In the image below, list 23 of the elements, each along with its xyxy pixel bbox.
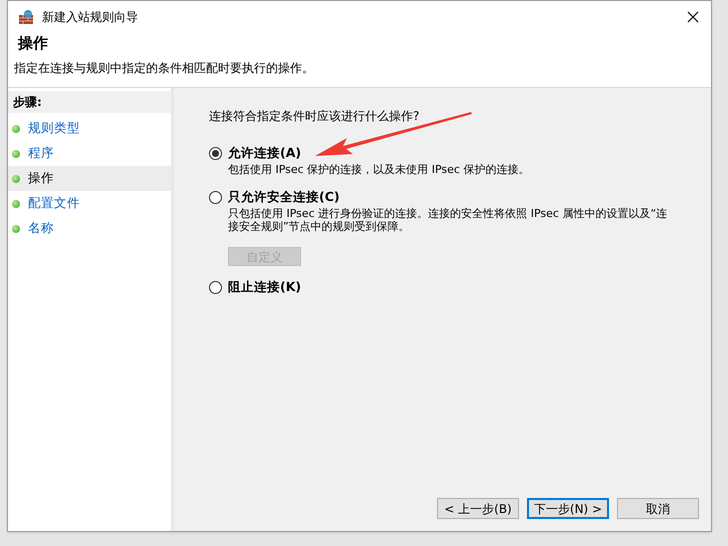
radio-option[interactable]: 允许连接(A) [209, 143, 711, 163]
page-heading: 操作 [18, 33, 49, 53]
step-item[interactable]: 配置文件 [8, 191, 171, 216]
step-item[interactable]: 规则类型 [8, 116, 171, 141]
step-item[interactable]: 名称 [8, 216, 171, 241]
question-text: 连接符合指定条件时应该进行什么操作? [209, 108, 420, 125]
window-title: 新建入站规则向导 [42, 9, 138, 26]
option-description: 包括使用 IPsec 保护的连接，以及未使用 IPsec 保护的连接。 [228, 163, 530, 176]
radio-button[interactable] [209, 146, 222, 160]
step-item[interactable]: 操作 [8, 166, 171, 191]
radio-button[interactable] [209, 280, 222, 294]
close-icon[interactable] [687, 11, 699, 23]
wizard-button[interactable]: 取消 [617, 498, 699, 519]
radio-option[interactable]: 只允许安全连接(C) [209, 187, 711, 207]
radio-option[interactable]: 阻止连接(K) [209, 277, 711, 297]
step-item[interactable]: 程序 [8, 141, 171, 166]
page-description: 指定在连接与规则中指定的条件相匹配时要执行的操作。 [14, 60, 315, 77]
steps-heading: 步骤: [8, 91, 171, 113]
radio-button[interactable] [209, 190, 222, 204]
option-description: 只包括使用 IPsec 进行身份验证的连接。连接的安全性将依照 IPsec 属性中的设置以及“连接安全规则”节点中的规则受到保障。 [228, 207, 668, 233]
firewall-icon [18, 9, 34, 25]
wizard-button[interactable]: 下一步(N) > [527, 498, 609, 519]
wizard-button[interactable]: < 上一步(B) [437, 498, 519, 519]
